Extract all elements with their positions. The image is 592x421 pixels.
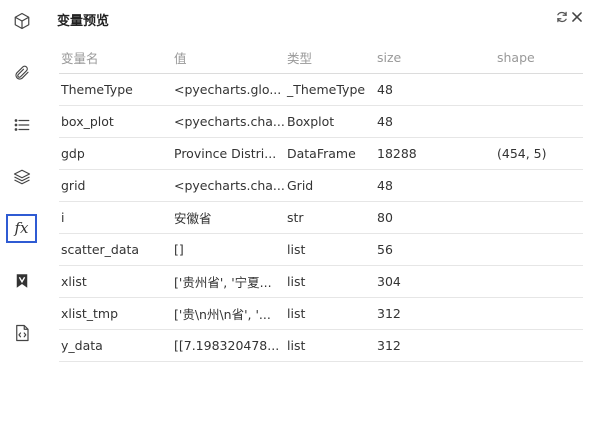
variable-name: scatter_data [61,242,140,257]
variable-shape: (454, 5) [497,146,547,161]
close-icon [572,12,582,22]
variable-name: xlist [61,274,87,289]
variable-type: _ThemeType [287,82,366,97]
variable-name: ThemeType [61,82,133,97]
variable-value: ['贵\n州\n省', '... [174,307,271,322]
table-row[interactable]: scatter_data [] list 56 [59,234,583,266]
sidebar-item-bookmark[interactable] [6,266,37,295]
variable-size: 304 [377,274,401,289]
variable-value: <pyecharts.cha... [174,114,285,129]
variable-size: 312 [377,338,401,353]
column-header-shape[interactable]: shape [495,50,583,65]
column-header-name[interactable]: 变量名 [59,48,172,67]
variable-name: xlist_tmp [61,306,119,321]
variable-type: list [287,242,306,257]
variable-value: <pyecharts.glo... [174,82,282,97]
table-row[interactable]: ThemeType <pyecharts.glo... _ThemeType 4… [59,74,583,106]
variable-size: 18288 [377,146,417,161]
variable-type: list [287,274,306,289]
table-row[interactable]: box_plot <pyecharts.cha... Boxplot 48 [59,106,583,138]
variable-value: ['贵州省', '宁夏... [174,275,272,290]
variable-size: 312 [377,306,401,321]
variable-size: 48 [377,114,393,129]
column-header-size[interactable]: size [375,50,495,65]
sidebar: fx [0,0,42,421]
variable-name: i [61,210,65,225]
variable-value: 安徽省 [174,211,212,226]
sidebar-item-attachments[interactable] [6,58,37,87]
table-row[interactable]: xlist ['贵州省', '宁夏... list 304 [59,266,583,298]
sidebar-item-code-file[interactable] [6,318,37,347]
table-row[interactable]: grid <pyecharts.cha... Grid 48 [59,170,583,202]
variable-name: box_plot [61,114,114,129]
variable-value: <pyecharts.cha... [174,178,285,193]
variables-table: 变量名 值 类型 size shape ThemeType <pyecharts… [59,42,583,362]
variable-size: 48 [377,178,393,193]
fx-icon: fx [14,219,29,237]
layers-icon [13,169,30,184]
refresh-button[interactable] [555,9,569,23]
variable-name: grid [61,178,86,193]
bookmark-v-icon [16,273,27,288]
variable-name: y_data [61,338,103,353]
cube-icon [14,12,29,29]
variable-name: gdp [61,146,85,161]
table-row[interactable]: i 安徽省 str 80 [59,202,583,234]
variable-type: list [287,338,306,353]
variable-value: [[7.198320478... [174,338,280,353]
variable-size: 56 [377,242,393,257]
paperclip-icon [14,65,29,80]
code-file-icon [15,324,29,341]
column-header-value[interactable]: 值 [172,48,285,67]
sidebar-item-outline[interactable] [6,110,37,139]
table-row[interactable]: xlist_tmp ['贵\n州\n省', '... list 312 [59,298,583,330]
close-button[interactable] [570,9,584,23]
refresh-icon [557,11,567,23]
sidebar-item-layers[interactable] [6,162,37,191]
table-row[interactable]: gdp Province Distri... DataFrame 18288 (… [59,138,583,170]
variable-type: str [287,210,304,225]
variable-type: Grid [287,178,314,193]
panel-title: 变量预览 [57,14,110,29]
variable-type: Boxplot [287,114,335,129]
variable-value: Province Distri... [174,146,277,161]
variable-size: 80 [377,210,393,225]
list-icon [14,118,29,131]
variable-type: DataFrame [287,146,356,161]
table-row[interactable]: y_data [[7.198320478... list 312 [59,330,583,362]
variable-size: 48 [377,82,393,97]
table-header: 变量名 值 类型 size shape [59,42,583,74]
sidebar-item-cube[interactable] [6,6,37,35]
variable-type: list [287,306,306,321]
column-header-type[interactable]: 类型 [285,48,375,67]
variable-value: [] [174,242,184,257]
sidebar-item-variables[interactable]: fx [6,214,37,243]
variable-preview-panel: 变量预览 变量名 值 类型 size shape ThemeType <pyec… [42,0,592,421]
